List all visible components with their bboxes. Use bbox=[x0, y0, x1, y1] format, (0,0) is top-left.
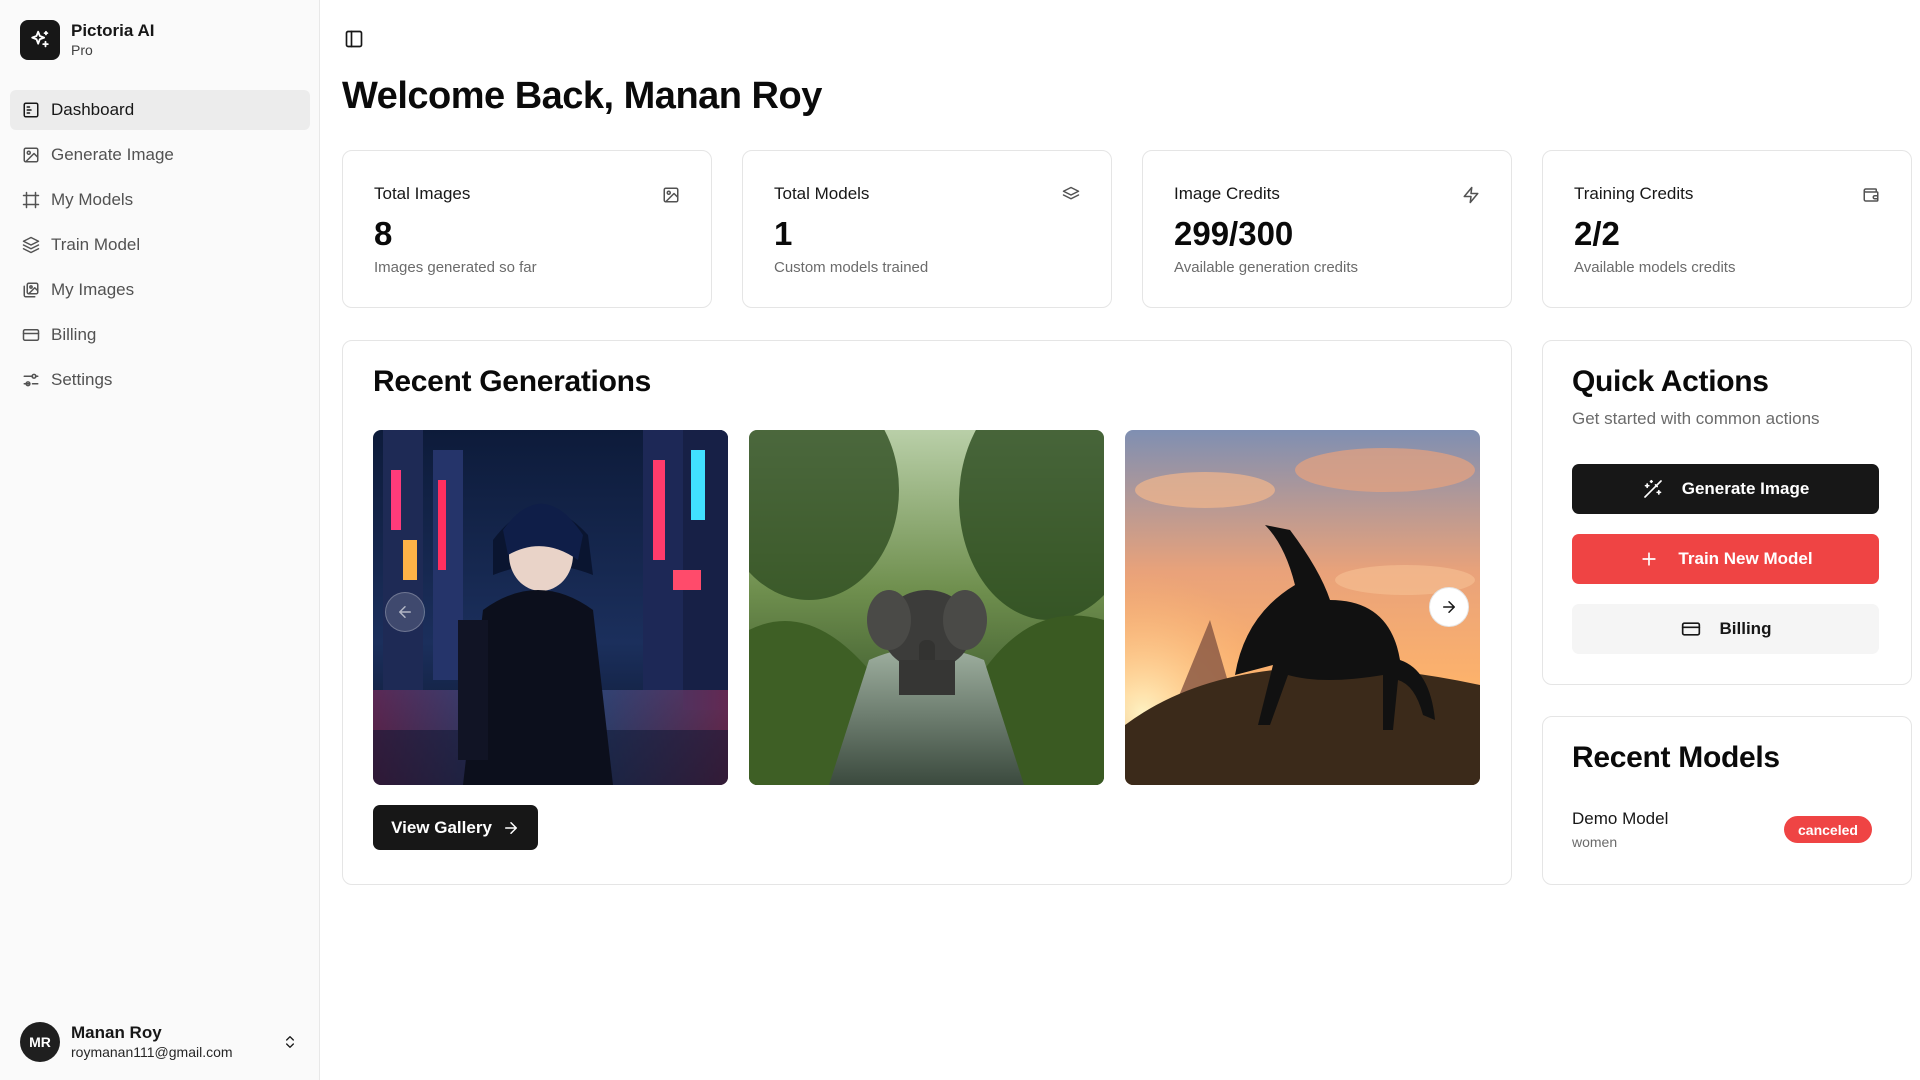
brand[interactable]: Pictoria AI Pro bbox=[20, 20, 154, 60]
arrow-right-icon bbox=[1443, 601, 1455, 613]
stat-subtext: Available generation credits bbox=[1174, 259, 1359, 276]
image-icon bbox=[21, 145, 41, 165]
stat-label: Total Images bbox=[374, 184, 471, 203]
zap-icon bbox=[1461, 185, 1481, 205]
quick-actions-title: Quick Actions bbox=[1572, 365, 1769, 398]
avatar: MR bbox=[20, 1022, 60, 1062]
stat-value: 1 bbox=[774, 215, 793, 252]
sidebar-item-label: Dashboard bbox=[51, 100, 135, 119]
view-gallery-button[interactable]: View Gallery bbox=[373, 805, 538, 850]
stat-subtext: Custom models trained bbox=[774, 259, 929, 276]
stat-label: Training Credits bbox=[1574, 184, 1694, 203]
sidebar-item-label: My Models bbox=[51, 190, 134, 209]
train-new-model-button[interactable]: Train New Model bbox=[1572, 534, 1879, 584]
sidebar-nav: Dashboard Generate Image My Models Train… bbox=[10, 90, 310, 405]
dashboard-icon bbox=[21, 100, 41, 120]
chevrons-up-down-icon[interactable] bbox=[280, 1032, 300, 1052]
user-name: Manan Roy bbox=[71, 1023, 162, 1042]
sidebar-item-generate-image[interactable]: Generate Image bbox=[10, 135, 310, 175]
generated-image-horse[interactable] bbox=[1125, 430, 1480, 785]
stat-value: 8 bbox=[374, 215, 393, 252]
carousel-next-button[interactable] bbox=[1429, 587, 1469, 627]
billing-label: Billing bbox=[1719, 619, 1772, 638]
stat-label: Image Credits bbox=[1174, 184, 1280, 203]
billing-button[interactable]: Billing bbox=[1572, 604, 1879, 654]
sidebar-toggle-icon[interactable] bbox=[342, 27, 366, 51]
stat-card-image-credits: Image Credits 299/300 Available generati… bbox=[1142, 150, 1512, 308]
model-name[interactable]: Demo Model bbox=[1572, 809, 1668, 829]
layers-icon bbox=[1061, 185, 1081, 205]
stat-card-total-images: Total Images 8 Images generated so far bbox=[342, 150, 712, 308]
stat-card-total-models: Total Models 1 Custom models trained bbox=[742, 150, 1112, 308]
sidebar-item-settings[interactable]: Settings bbox=[10, 360, 310, 400]
wallet-icon bbox=[1861, 185, 1881, 205]
stat-subtext: Images generated so far bbox=[374, 259, 537, 276]
sparkles-icon bbox=[20, 20, 60, 60]
credit-card-icon bbox=[1680, 618, 1702, 640]
stat-label: Total Models bbox=[774, 184, 870, 203]
sidebar-item-label: Train Model bbox=[51, 235, 141, 254]
stat-card-training-credits: Training Credits 2/2 Available models cr… bbox=[1542, 150, 1912, 308]
sidebar-item-my-images[interactable]: My Images bbox=[10, 270, 310, 310]
sidebar-item-train-model[interactable]: Train Model bbox=[10, 225, 310, 265]
stat-subtext: Available models credits bbox=[1574, 259, 1736, 276]
model-type: women bbox=[1572, 834, 1618, 850]
user-email: roymanan111@gmail.com bbox=[71, 1044, 233, 1060]
settings-sliders-icon bbox=[21, 370, 41, 390]
stat-value: 299/300 bbox=[1174, 215, 1294, 252]
sidebar-item-dashboard[interactable]: Dashboard bbox=[10, 90, 310, 130]
sidebar-item-label: My Images bbox=[51, 280, 135, 299]
arrow-right-icon bbox=[504, 821, 517, 834]
app-plan: Pro bbox=[71, 42, 93, 58]
sidebar: Pictoria AI Pro Dashboard Generate Image… bbox=[0, 0, 320, 1080]
quick-actions-subtitle: Get started with common actions bbox=[1572, 409, 1820, 428]
generated-image-anime[interactable] bbox=[373, 430, 728, 785]
page-title: Welcome Back, Manan Roy bbox=[342, 75, 822, 117]
stat-value: 2/2 bbox=[1574, 215, 1620, 252]
generated-image-elephant[interactable] bbox=[749, 430, 1104, 785]
user-menu[interactable]: MR Manan Roy roymanan111@gmail.com bbox=[20, 1022, 300, 1062]
credit-card-icon bbox=[21, 325, 41, 345]
carousel-prev-button[interactable] bbox=[385, 592, 425, 632]
recent-generations-title: Recent Generations bbox=[373, 365, 652, 398]
image-icon bbox=[661, 185, 681, 205]
train-new-model-label: Train New Model bbox=[1678, 549, 1813, 568]
sidebar-item-label: Settings bbox=[51, 370, 113, 389]
sidebar-item-billing[interactable]: Billing bbox=[10, 315, 310, 355]
status-badge: canceled bbox=[1784, 816, 1872, 843]
app-name: Pictoria AI bbox=[71, 21, 155, 40]
layers-icon bbox=[21, 235, 41, 255]
recent-models-title: Recent Models bbox=[1572, 741, 1780, 774]
arrow-left-icon bbox=[399, 606, 411, 618]
generate-image-label: Generate Image bbox=[1681, 479, 1810, 498]
sidebar-item-label: Billing bbox=[51, 325, 97, 344]
generate-image-button[interactable]: Generate Image bbox=[1572, 464, 1879, 514]
sidebar-item-label: Generate Image bbox=[51, 145, 174, 164]
wand-sparkles-icon bbox=[1642, 478, 1664, 500]
frame-icon bbox=[21, 190, 41, 210]
view-gallery-label: View Gallery bbox=[391, 817, 492, 837]
plus-icon bbox=[1638, 548, 1660, 570]
sidebar-item-my-models[interactable]: My Models bbox=[10, 180, 310, 220]
images-icon bbox=[21, 280, 41, 300]
